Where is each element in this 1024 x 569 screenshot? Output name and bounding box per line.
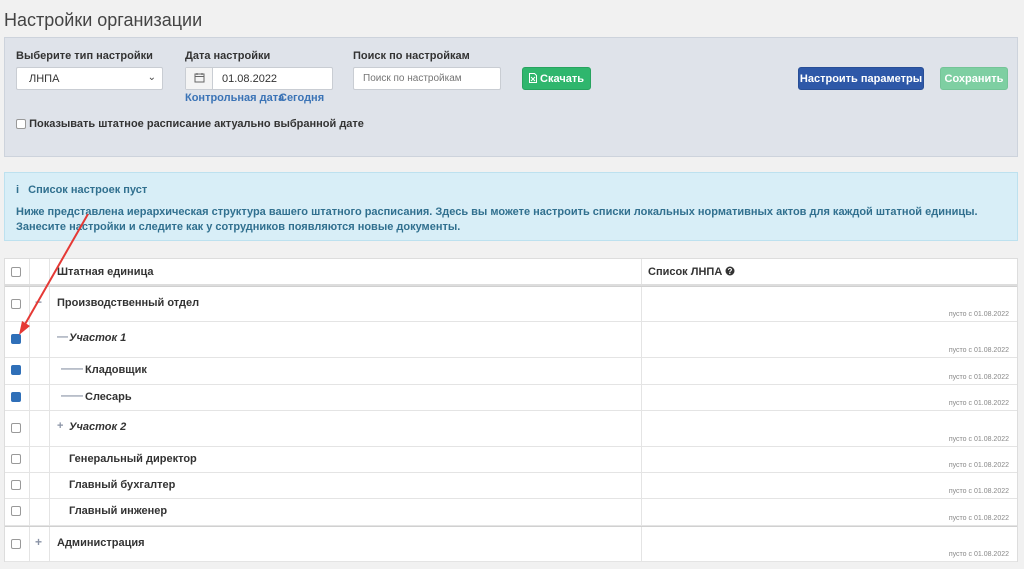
type-label: Выберите тип настройки [16, 50, 153, 62]
table-row[interactable]: − Производственный отдел пусто с 01.08.202… [5, 286, 1017, 322]
row-checkbox[interactable] [11, 423, 21, 433]
select-all-checkbox[interactable] [11, 267, 21, 277]
lnpa-status: пусто с 01.08.2022 [948, 551, 1009, 558]
expand-icon[interactable]: + [35, 535, 42, 549]
control-date-link[interactable]: Контрольная дата [185, 92, 284, 104]
unit-name[interactable]: Участок 2 [69, 421, 126, 433]
unit-name[interactable]: Генеральный директор [69, 453, 197, 465]
row-checkbox[interactable] [11, 539, 21, 549]
collapse-icon[interactable]: − [35, 295, 42, 309]
table-row[interactable]: Генеральный директор пусто с 01.08.2022 [5, 447, 1017, 473]
file-excel-icon [528, 73, 537, 83]
lnpa-status: пусто с 01.08.2022 [948, 488, 1009, 495]
row-checkbox[interactable] [11, 392, 21, 402]
unit-name[interactable]: Главный инженер [69, 505, 167, 517]
expand-icon[interactable]: + [57, 420, 63, 432]
today-link[interactable]: Сегодня [279, 92, 324, 104]
row-checkbox[interactable] [11, 480, 21, 490]
settings-panel: Выберите тип настройки ЛНПА ⌄ Дата настр… [4, 37, 1018, 157]
table-row[interactable]: —— Кладовщик пусто с 01.08.2022 [5, 358, 1017, 385]
type-select-value: ЛНПА [29, 73, 60, 85]
search-label: Поиск по настройкам [353, 50, 470, 62]
question-circle-icon: ? [725, 266, 735, 276]
calendar-icon[interactable] [186, 68, 213, 89]
staff-table: Штатная единица Список ЛНПА ? − Производс… [4, 258, 1018, 562]
unit-name[interactable]: Кладовщик [85, 364, 147, 376]
svg-text:?: ? [728, 267, 733, 276]
table-row[interactable]: + Участок 2 пусто с 01.08.2022 [5, 411, 1017, 447]
unit-name[interactable]: Участок 1 [69, 332, 126, 344]
date-label: Дата настройки [185, 50, 271, 62]
lnpa-status: пусто с 01.08.2022 [948, 436, 1009, 443]
row-checkbox[interactable] [11, 365, 21, 375]
tree-indent-icon: —— [61, 390, 83, 402]
table-row[interactable]: Главный инженер пусто с 01.08.2022 [5, 499, 1017, 526]
row-checkbox[interactable] [11, 454, 21, 464]
configure-button[interactable]: Настроить параметры [798, 67, 924, 90]
info-title: Список настроек пуст [28, 184, 148, 196]
row-checkbox[interactable] [11, 299, 21, 309]
page-title: Настройки организации [4, 10, 203, 30]
info-text: Ниже представлена иерархическая структур… [16, 206, 978, 233]
chevron-down-icon: ⌄ [147, 72, 156, 83]
col-header-unit: Штатная единица [57, 266, 154, 278]
tree-indent-icon: — [57, 331, 68, 343]
table-header: Штатная единица Список ЛНПА ? [5, 259, 1017, 286]
download-button[interactable]: Скачать [522, 67, 591, 90]
search-input[interactable] [353, 67, 501, 90]
show-staff-label: Показывать штатное расписание актуально … [29, 118, 364, 130]
col-header-lnpa: Список ЛНПА ? [648, 266, 735, 278]
save-button[interactable]: Сохранить [940, 67, 1008, 90]
lnpa-status: пусто с 01.08.2022 [948, 347, 1009, 354]
info-icon: i [16, 184, 20, 196]
info-alert: i Список настроек пуст Ниже представлена… [4, 172, 1018, 241]
date-value: 01.08.2022 [222, 73, 278, 85]
download-label: Скачать [540, 73, 584, 85]
show-staff-option[interactable]: Показывать штатное расписание актуально … [16, 118, 364, 130]
unit-name[interactable]: Слесарь [85, 391, 132, 403]
table-row[interactable]: + Администрация пусто с 01.08.2022 [5, 526, 1017, 562]
show-staff-checkbox[interactable] [16, 119, 26, 130]
lnpa-status: пусто с 01.08.2022 [948, 515, 1009, 522]
table-row[interactable]: Главный бухгалтер пусто с 01.08.2022 [5, 473, 1017, 499]
lnpa-status: пусто с 01.08.2022 [948, 374, 1009, 381]
table-row[interactable]: —— Слесарь пусто с 01.08.2022 [5, 385, 1017, 411]
unit-name[interactable]: Производственный отдел [57, 297, 199, 309]
date-picker[interactable]: 01.08.2022 [185, 67, 333, 90]
table-row[interactable]: — Участок 1 пусто с 01.08.2022 [5, 322, 1017, 358]
lnpa-status: пусто с 01.08.2022 [948, 400, 1009, 407]
lnpa-status: пусто с 01.08.2022 [948, 462, 1009, 469]
tree-indent-icon: —— [61, 363, 83, 375]
type-select[interactable]: ЛНПА ⌄ [16, 67, 163, 90]
row-checkbox[interactable] [11, 506, 21, 516]
row-checkbox[interactable] [11, 334, 21, 344]
unit-name[interactable]: Главный бухгалтер [69, 479, 175, 491]
lnpa-status: пусто с 01.08.2022 [948, 311, 1009, 318]
unit-name[interactable]: Администрация [57, 537, 145, 549]
